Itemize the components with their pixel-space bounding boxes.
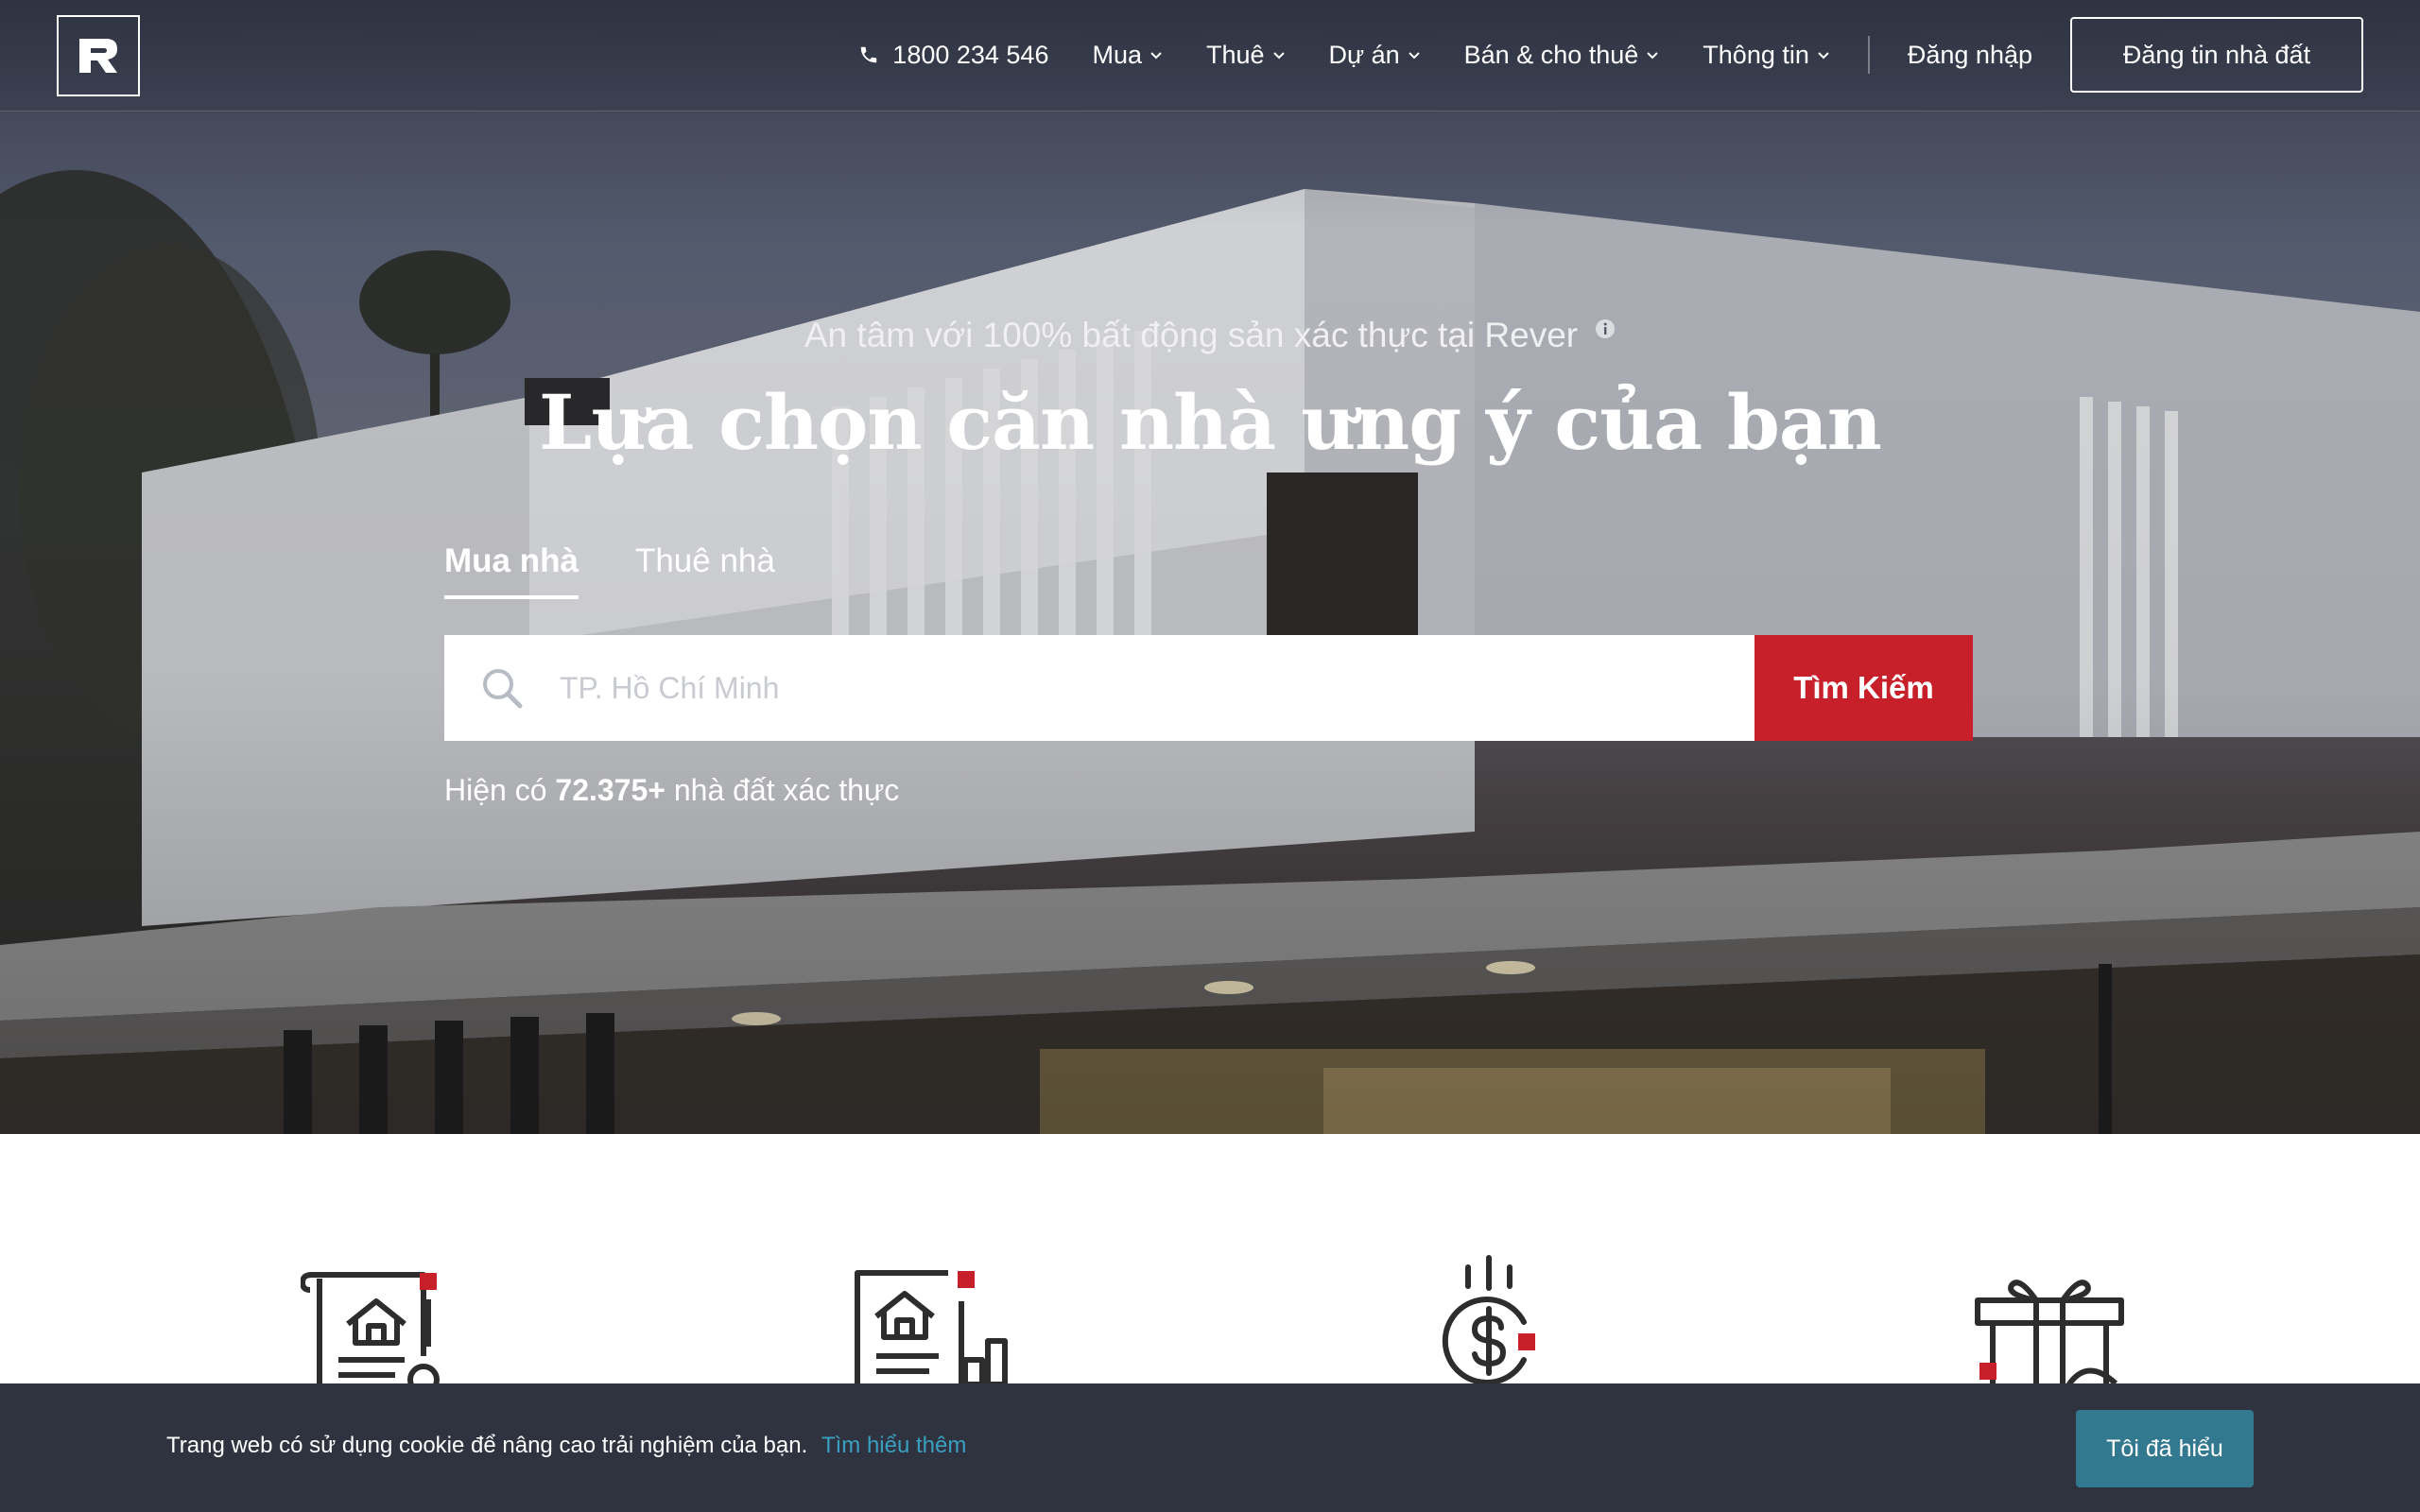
cookie-text: Trang web có sử dụng cookie để nâng cao …: [166, 1433, 808, 1458]
chevron-down-icon: [1818, 52, 1829, 60]
hero-section: 1800 234 546 Mua Thuê Dự án Bán & cho th…: [0, 0, 2420, 1134]
features-section: [0, 1134, 2420, 1385]
nav-divider: [1867, 36, 1870, 74]
phone-icon: [858, 44, 879, 65]
hotline-link[interactable]: 1800 234 546: [858, 41, 1048, 70]
search-icon: [480, 666, 524, 710]
count-value: 72.375+: [555, 773, 666, 807]
gift-icon: [1975, 1280, 2124, 1385]
tab-thue-nha[interactable]: Thuê nhà: [635, 542, 775, 599]
chevron-down-icon: [1647, 52, 1659, 60]
count-prefix: Hiện có: [444, 773, 547, 807]
cookie-message: Trang web có sử dụng cookie để nâng cao …: [166, 1433, 966, 1459]
nav-menu: 1800 234 546 Mua Thuê Dự án Bán & cho th…: [858, 17, 2363, 93]
nav-item-label: Thuê: [1206, 40, 1265, 69]
rever-logo[interactable]: [57, 15, 140, 96]
hero-overlay: [0, 0, 2420, 1134]
nav-item-label: Thông tin: [1703, 40, 1809, 69]
nav-item-label: Dự án: [1328, 40, 1400, 69]
dollar-coin-icon: [1442, 1255, 1535, 1385]
chevron-down-icon: [1150, 52, 1162, 60]
tab-mua-nha[interactable]: Mua nhà: [444, 542, 579, 599]
hero-tagline: An tâm với 100% bất động sản xác thực tạ…: [0, 316, 2420, 355]
search-button[interactable]: Tìm Kiếm: [1754, 635, 1973, 741]
login-link[interactable]: Đăng nhập: [1908, 41, 2032, 70]
post-listing-button[interactable]: Đăng tin nhà đất: [2070, 17, 2363, 93]
hotline-number: 1800 234 546: [892, 40, 1049, 69]
nav-item-label: Mua: [1092, 40, 1142, 69]
tagline-text: An tâm với 100% bất động sản xác thực tạ…: [804, 316, 1579, 354]
house-document-icon: [301, 1272, 440, 1384]
logo-r-icon: [79, 39, 117, 73]
nav-item-ban-cho-thue[interactable]: Bán & cho thuê: [1464, 41, 1660, 70]
chevron-down-icon: [1408, 52, 1420, 60]
search-box: [444, 635, 1754, 741]
top-navigation: 1800 234 546 Mua Thuê Dự án Bán & cho th…: [0, 0, 2420, 112]
search-input[interactable]: [560, 670, 1694, 706]
house-chart-icon: [855, 1270, 1008, 1384]
nav-item-mua[interactable]: Mua: [1092, 41, 1163, 70]
search-tabs: Mua nhà Thuê nhà: [444, 542, 832, 599]
accept-cookie-button[interactable]: Tôi đã hiểu: [2076, 1410, 2254, 1487]
hero-headline: Lựa chọn căn nhà ưng ý của bạn: [539, 378, 1882, 467]
nav-item-du-an[interactable]: Dự án: [1329, 41, 1421, 70]
nav-item-thong-tin[interactable]: Thông tin: [1703, 41, 1830, 70]
listing-count: Hiện có 72.375+ nhà đất xác thực: [444, 773, 899, 808]
cookie-consent-bar: Trang web có sử dụng cookie để nâng cao …: [0, 1383, 2420, 1512]
learn-more-link[interactable]: Tìm hiểu thêm: [821, 1433, 966, 1458]
chevron-down-icon: [1272, 52, 1285, 60]
nav-item-thue[interactable]: Thuê: [1206, 41, 1286, 70]
nav-item-label: Bán & cho thuê: [1463, 40, 1639, 69]
count-suffix: nhà đất xác thực: [673, 773, 900, 807]
info-icon[interactable]: [1595, 318, 1616, 339]
